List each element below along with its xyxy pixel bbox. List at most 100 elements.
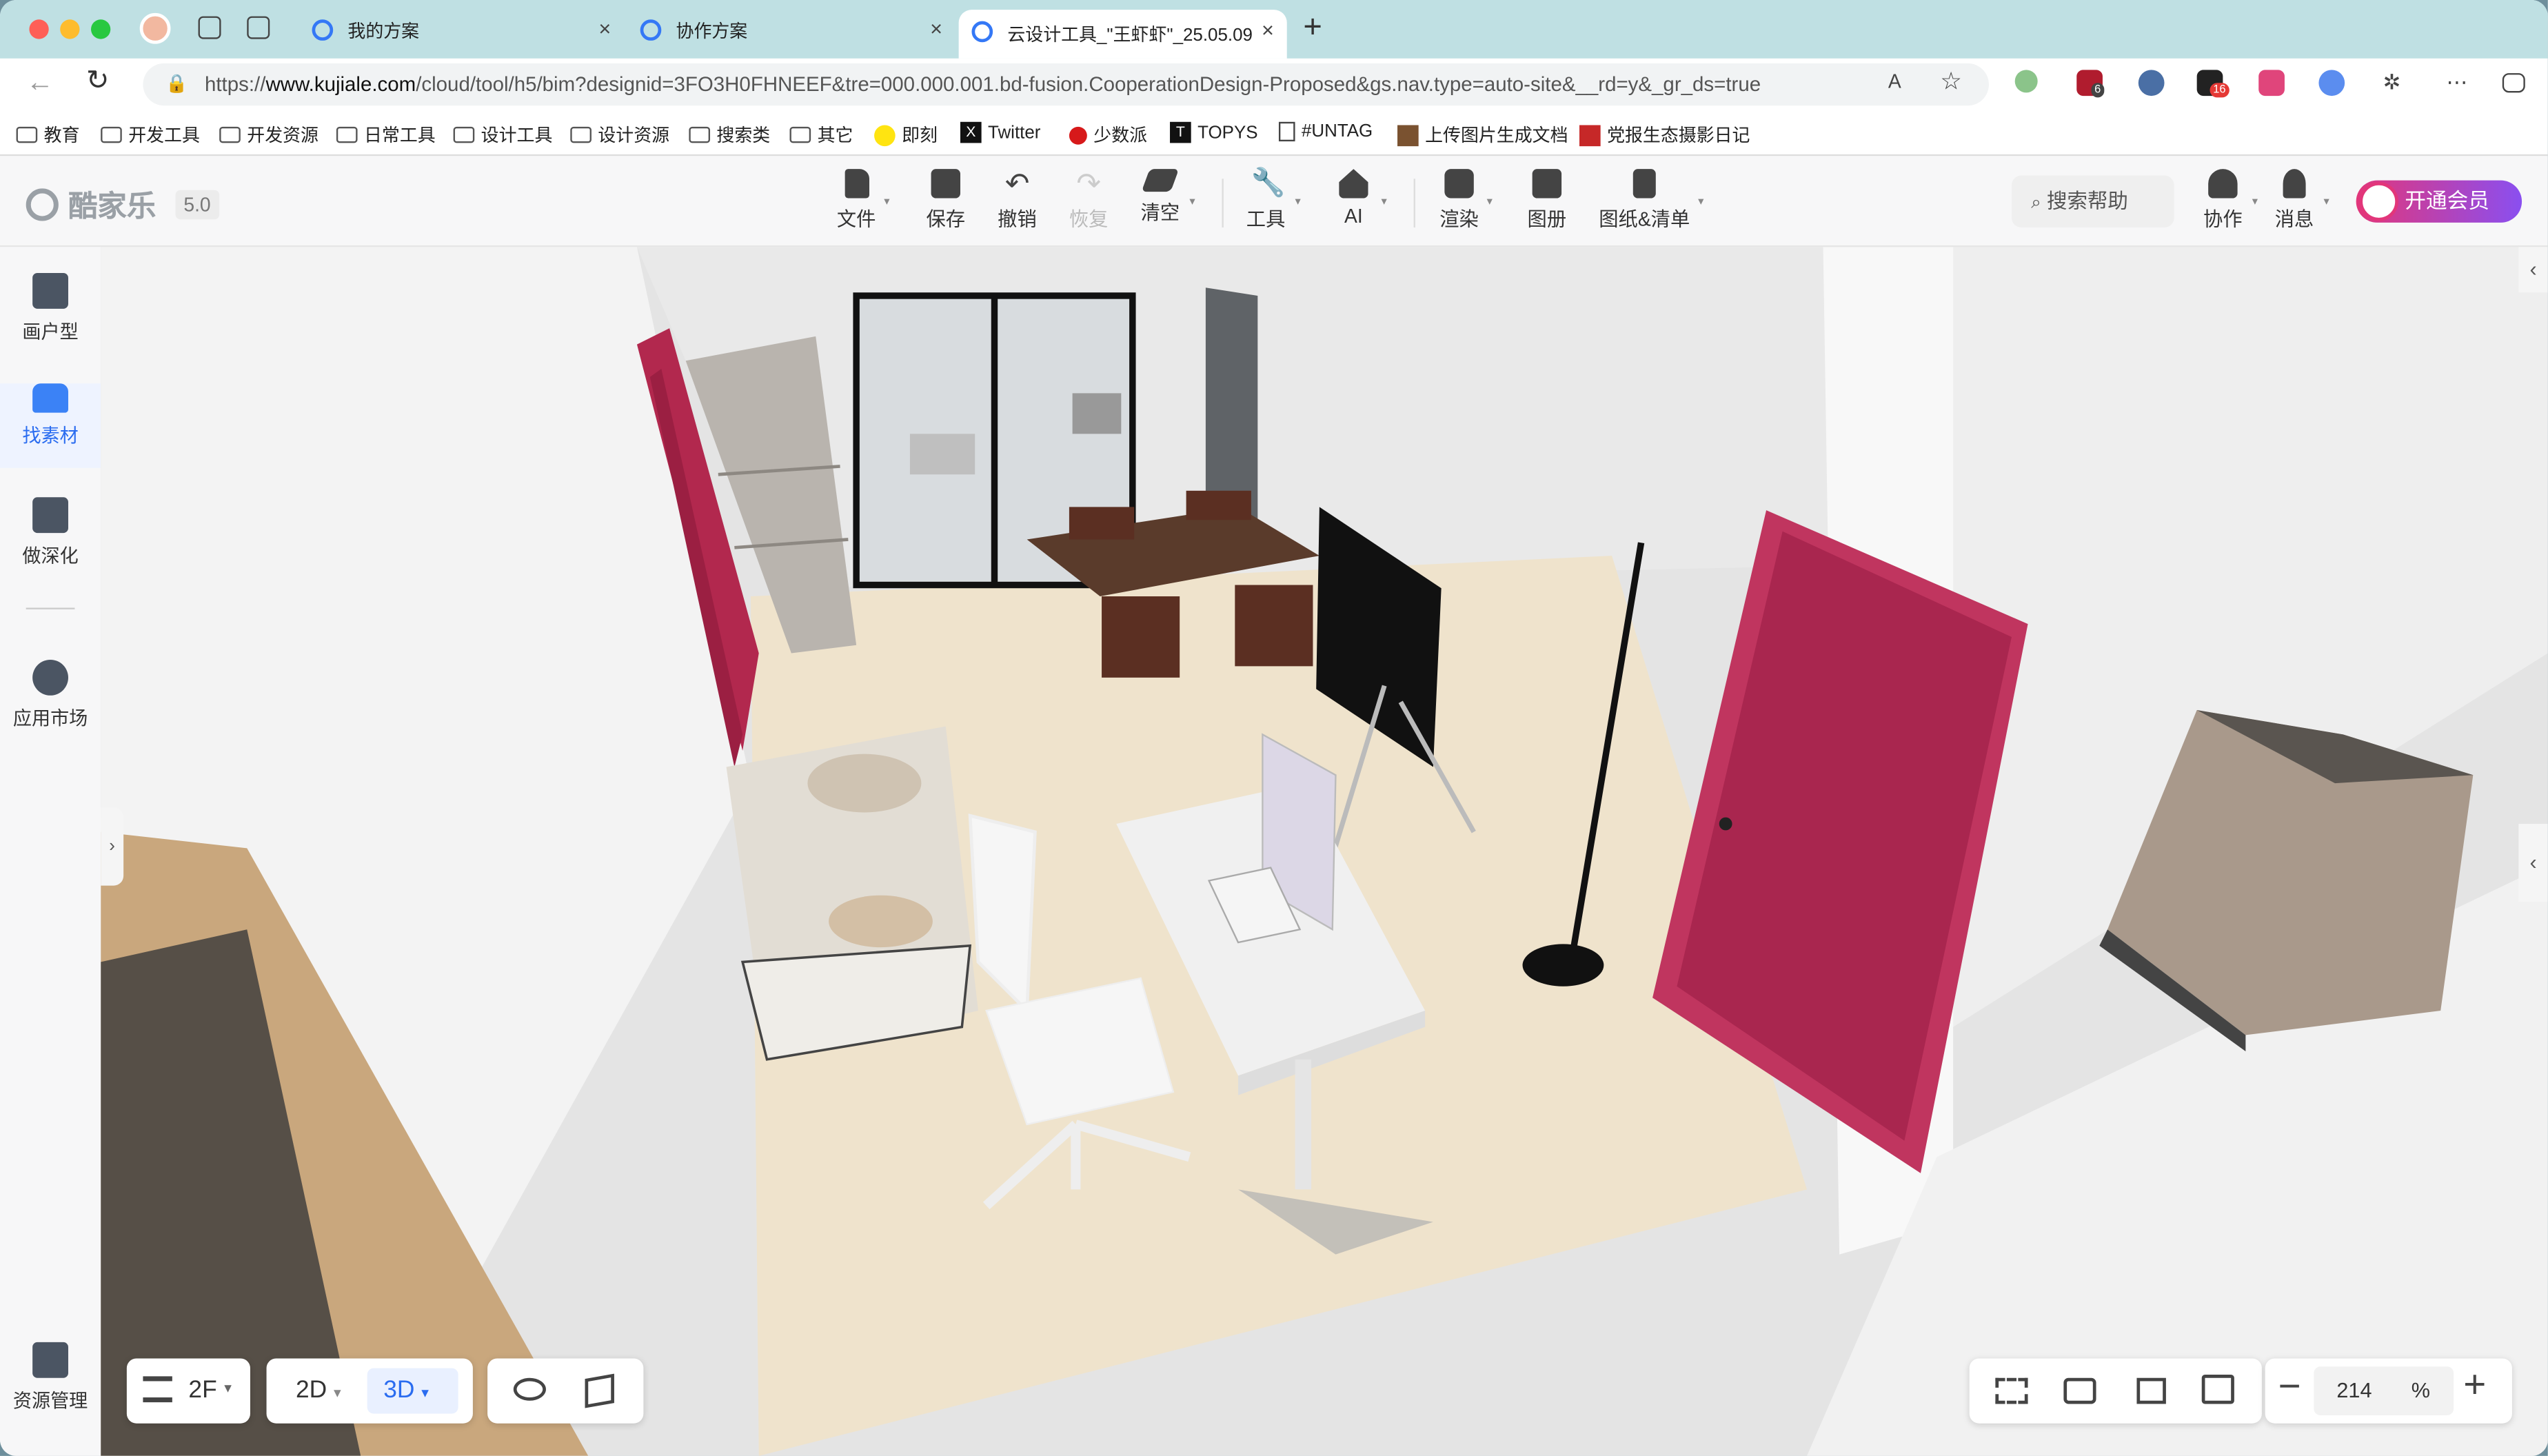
fit-view-icon[interactable] bbox=[1995, 1377, 2028, 1404]
extension-spiral-icon[interactable] bbox=[2318, 70, 2345, 97]
extension-ublock-icon[interactable]: 6 bbox=[2076, 70, 2105, 98]
bookmark-folder[interactable]: 搜索类 bbox=[689, 122, 770, 148]
folder-icon bbox=[16, 126, 38, 143]
right-panel-toggle-top-icon[interactable]: ‹ bbox=[2518, 247, 2548, 293]
view-2d-button[interactable]: 2D ▾ bbox=[296, 1376, 341, 1404]
extension-green-icon[interactable] bbox=[2014, 70, 2038, 93]
url-field[interactable]: 🔒 https://www.kujiale.com/cloud/tool/h5/… bbox=[143, 63, 1989, 106]
bookmark-upload-doc[interactable]: 上传图片生成文档 bbox=[1397, 122, 1568, 148]
render-menu-button[interactable]: 渲染 bbox=[1424, 169, 1495, 232]
sidebar-toggle-icon[interactable] bbox=[2502, 73, 2525, 93]
file-menu-button[interactable]: 文件 bbox=[820, 169, 892, 232]
kujiale-favicon-icon bbox=[312, 19, 334, 41]
zoom-out-button[interactable]: − bbox=[2278, 1365, 2301, 1410]
extensions-puzzle-icon[interactable]: ✲ bbox=[2379, 70, 2405, 96]
file-icon bbox=[844, 169, 869, 199]
bookmark-folder[interactable]: 设计资源 bbox=[570, 122, 669, 148]
undo-button[interactable]: ↶ 撤销 bbox=[982, 169, 1053, 232]
ai-menu-button[interactable]: AI bbox=[1318, 169, 1390, 228]
read-aloud-icon[interactable]: A bbox=[1888, 70, 1901, 92]
reload-icon[interactable]: ↻ bbox=[86, 65, 110, 97]
bookmark-jike[interactable]: 即刻 bbox=[874, 122, 938, 148]
address-bar-row: ← ↻ 🔒 https://www.kujiale.com/cloud/tool… bbox=[0, 58, 2548, 111]
clear-button[interactable]: 清空 bbox=[1124, 169, 1196, 225]
3d-viewport[interactable]: › ‹ ‹ bbox=[101, 247, 2548, 1456]
bookmark-twitter[interactable]: X Twitter bbox=[960, 121, 1040, 143]
back-arrow-icon[interactable]: ← bbox=[26, 67, 54, 99]
focus-icon[interactable] bbox=[2136, 1377, 2166, 1404]
tab-title: 我的方案 bbox=[347, 21, 420, 42]
messages-button[interactable]: 消息 bbox=[2258, 169, 2330, 232]
url-path: /cloud/tool/h5/bim?designid=3FO3H0FHNEEF… bbox=[416, 73, 1761, 97]
more-menu-icon[interactable]: ⋯ bbox=[2444, 70, 2470, 96]
bookmark-untag[interactable]: #UNTAG bbox=[1278, 121, 1373, 142]
album-button[interactable]: 图册 bbox=[1511, 169, 1583, 232]
bookmark-folder[interactable]: 开发工具 bbox=[101, 122, 200, 148]
zoom-window-button[interactable] bbox=[90, 19, 111, 39]
bookmark-folder[interactable]: 教育 bbox=[16, 122, 80, 148]
tab-actions-icon[interactable] bbox=[247, 16, 270, 39]
camera-icon bbox=[1444, 169, 1474, 199]
tab-close-icon[interactable]: × bbox=[930, 17, 942, 41]
undo-icon: ↶ bbox=[1004, 167, 1030, 200]
redo-button[interactable]: ↷ 恢复 bbox=[1053, 169, 1124, 232]
bookmark-eco-photo[interactable]: 党报生态摄影日记 bbox=[1579, 122, 1750, 148]
side-draw-floorplan[interactable]: 画户型 bbox=[0, 272, 101, 345]
drawings-list-button[interactable]: 图纸&清单 bbox=[1597, 169, 1692, 232]
side-find-materials[interactable]: 找素材 bbox=[0, 383, 101, 468]
room-render[interactable] bbox=[101, 247, 2548, 1456]
extension-translate-icon[interactable] bbox=[2258, 70, 2285, 97]
app-toolbar: 酷家乐 5.0 文件 ▾ 保存 ↶ 撤销 ↷ 恢复 清空 ▾ 🔧 工具 ▾ AI ▾ … bbox=[0, 156, 2548, 247]
display-options bbox=[487, 1358, 644, 1424]
tab-title: 云设计工具_"王虾虾"_25.05.09 bbox=[1007, 26, 1253, 46]
save-button[interactable]: 保存 bbox=[910, 169, 982, 232]
eye-icon[interactable] bbox=[513, 1377, 546, 1401]
bookmark-folder[interactable]: 开发资源 bbox=[219, 122, 318, 148]
tab-design-tool[interactable]: 云设计工具_"王虾虾"_25.05.09 × bbox=[958, 10, 1287, 59]
floor-selector[interactable]: 2F ▾ bbox=[126, 1358, 250, 1424]
bookmark-topys[interactable]: T TOPYS bbox=[1170, 121, 1258, 143]
url-host: www.kujiale.com bbox=[265, 73, 416, 97]
search-icon: ⌕ bbox=[2031, 193, 2041, 213]
favorite-star-icon[interactable]: ☆ bbox=[1940, 67, 1962, 96]
jike-icon bbox=[874, 124, 896, 145]
tools-menu-button[interactable]: 🔧 工具 bbox=[1230, 168, 1302, 232]
tab-collab-plans[interactable]: 协作方案 × bbox=[627, 8, 956, 52]
tab-my-plans[interactable]: 我的方案 × bbox=[299, 8, 624, 52]
people-icon bbox=[2208, 169, 2238, 199]
save-icon bbox=[931, 169, 960, 199]
side-app-market[interactable]: 应用市场 bbox=[0, 659, 101, 731]
chevron-down-icon: ▾ bbox=[224, 1379, 232, 1396]
folder-icon bbox=[689, 126, 711, 143]
redo-icon: ↷ bbox=[1076, 167, 1101, 200]
left-panel-toggle-icon[interactable]: › bbox=[101, 807, 124, 886]
bookmark-folder[interactable]: 设计工具 bbox=[453, 122, 552, 148]
side-resource-manage[interactable]: 资源管理 bbox=[0, 1342, 101, 1414]
cube-icon[interactable] bbox=[585, 1373, 614, 1408]
right-panel-toggle-icon[interactable]: ‹ bbox=[2518, 823, 2548, 902]
profile-avatar[interactable] bbox=[139, 12, 171, 44]
tab-close-icon[interactable]: × bbox=[598, 17, 611, 41]
close-window-button[interactable] bbox=[29, 19, 49, 39]
collaborate-button[interactable]: 协作 bbox=[2187, 169, 2259, 232]
zoom-in-button[interactable]: + bbox=[2463, 1364, 2486, 1409]
workspaces-icon[interactable] bbox=[198, 16, 221, 39]
bookmark-folder[interactable]: 其它 bbox=[789, 122, 853, 148]
search-help-field[interactable]: ⌕ 搜索帮助 bbox=[2011, 175, 2174, 228]
zoom-value-field[interactable]: 214 % bbox=[2314, 1366, 2454, 1415]
bookmark-sspai[interactable]: 少数派 bbox=[1069, 122, 1147, 148]
vip-button[interactable]: 开通会员 bbox=[2356, 180, 2522, 223]
side-deepen[interactable]: 做深化 bbox=[0, 497, 101, 569]
zoom-search-icon[interactable] bbox=[2201, 1375, 2234, 1404]
tab-title: 协作方案 bbox=[676, 21, 748, 42]
minimize-window-button[interactable] bbox=[60, 19, 80, 39]
drawing-icon bbox=[1632, 169, 1656, 199]
bookmark-folder[interactable]: 日常工具 bbox=[336, 122, 436, 148]
tab-close-icon[interactable]: × bbox=[1262, 18, 1274, 42]
view-3d-button[interactable]: 3D ▾ bbox=[367, 1368, 458, 1414]
extension-password-icon[interactable] bbox=[2138, 70, 2165, 97]
extension-notes-icon[interactable]: 16 bbox=[2196, 70, 2230, 98]
side-divider bbox=[26, 607, 75, 609]
view-settings-icon[interactable] bbox=[2063, 1377, 2096, 1404]
new-tab-icon[interactable]: + bbox=[1303, 10, 1322, 47]
